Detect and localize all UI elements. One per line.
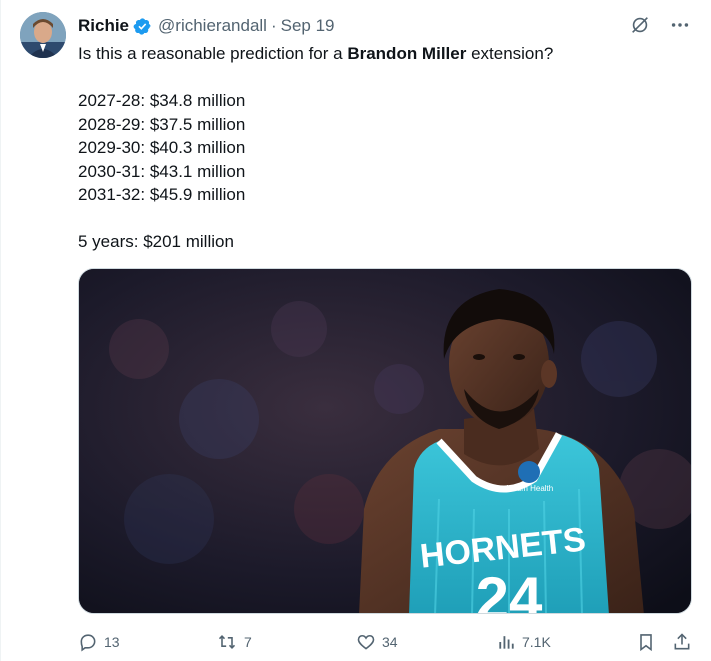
top-actions [629, 14, 691, 36]
action-bar: 13 7 34 7.1K [78, 628, 698, 656]
jersey-patch-text: Atrium Health [505, 484, 553, 493]
avatar[interactable] [20, 12, 66, 58]
salary-line: 2028-29: $37.5 million [78, 114, 246, 134]
tweet-intro: Is this a reasonable prediction for a Br… [78, 44, 554, 63]
views-count: 7.1K [522, 634, 551, 650]
salary-line: 2029-30: $40.3 million [78, 138, 246, 157]
reply-count: 13 [104, 634, 120, 650]
tweet-text: Is this a reasonable prediction for a Br… [78, 42, 688, 254]
bookmark-icon [636, 632, 656, 652]
like-icon [356, 632, 376, 652]
repost-icon [216, 632, 238, 652]
grok-icon[interactable] [629, 14, 651, 36]
reply-icon [78, 632, 98, 652]
salary-summary: 5 years: $201 million [78, 232, 234, 251]
tweet-date[interactable]: Sep 19 [281, 16, 335, 36]
like-count: 34 [382, 634, 398, 650]
like-button[interactable]: 34 [356, 628, 398, 656]
repost-button[interactable]: 7 [216, 628, 252, 656]
more-icon[interactable] [669, 14, 691, 36]
repost-count: 7 [244, 634, 252, 650]
jersey-number-text: 24 [476, 565, 543, 614]
views-icon [496, 632, 516, 652]
salary-line: 2031-32: $45.9 million [78, 185, 246, 204]
tweet-photo[interactable]: Atrium Health HORNETS 24 [78, 268, 692, 614]
bookmark-button[interactable] [636, 628, 656, 656]
views-button[interactable]: 7.1K [496, 628, 551, 656]
salary-line: 2030-31: $43.1 million [78, 161, 246, 181]
salary-line: 2027-28: $34.8 million [78, 91, 246, 110]
reply-button[interactable]: 13 [78, 628, 120, 656]
share-button[interactable] [672, 628, 692, 656]
handle[interactable]: @richierandall [158, 16, 267, 36]
share-icon [672, 632, 692, 652]
tweet[interactable]: Richie @richierandall · Sep 19 Is this a… [0, 0, 711, 661]
separator-dot: · [270, 16, 277, 35]
display-name[interactable]: Richie [78, 16, 129, 36]
mention-name: Brandon Miller [347, 44, 467, 63]
tweet-header: Richie @richierandall · Sep 19 [78, 15, 335, 37]
verified-badge-icon[interactable] [133, 17, 152, 36]
